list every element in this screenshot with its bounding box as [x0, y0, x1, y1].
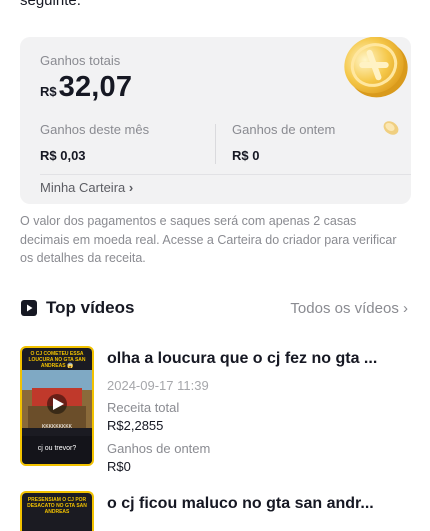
total-earnings-label: Ganhos totais	[40, 53, 121, 68]
revenue-label: Receita total	[107, 400, 180, 415]
video-title[interactable]: o cj ficou maluco no gta san andr...	[107, 495, 407, 513]
yesterday-value: R$0	[107, 459, 131, 474]
top-videos-header: Top vídeos	[20, 298, 134, 318]
top-videos-title: Top vídeos	[46, 298, 135, 317]
thumbnail-caption-top: PRESENSIAM O CJ POR DESACATO NO GTA SAN …	[27, 497, 87, 515]
thumbnail-caption-mid: KKKKKKKKK	[41, 424, 72, 430]
chevron-right-icon: ›	[128, 180, 134, 195]
month-earnings-label: Ganhos deste mês	[40, 122, 150, 137]
small-coin-icon	[383, 121, 399, 135]
revenue-value: R$2,2855	[107, 418, 164, 433]
payment-note: O valor dos pagamentos e saques será com…	[20, 214, 397, 265]
my-wallet-label: Minha Carteira	[40, 180, 126, 195]
coin-icon	[344, 37, 408, 98]
earnings-card: Ganhos totais R$ 32,07 Ganhos deste mês …	[20, 37, 411, 204]
total-earnings-amount: R$ 32,07	[40, 71, 132, 104]
video-thumbnail[interactable]: O CJ COMETEU ESSA LOUCURA NO GTA SAN AND…	[20, 346, 94, 466]
all-videos-label: Todos os vídeos	[290, 300, 399, 317]
video-date: 2024-09-17 11:39	[107, 378, 209, 393]
currency-symbol: R$	[40, 84, 57, 99]
card-divider	[40, 174, 411, 175]
video-title[interactable]: olha a loucura que o cj fez no gta ...	[107, 350, 407, 368]
month-earnings-value: R$ 0,03	[40, 148, 86, 163]
total-earnings-value: 32,07	[58, 71, 133, 103]
my-wallet-link[interactable]: Minha Carteira ›	[40, 180, 133, 195]
intro-tail-text: seguinte.	[20, 0, 81, 9]
video-thumbnail[interactable]: PRESENSIAM O CJ POR DESACATO NO GTA SAN …	[20, 491, 94, 531]
all-videos-link[interactable]: Todos os vídeos ›	[290, 300, 408, 317]
yesterday-earnings-label: Ganhos de ontem	[232, 122, 336, 137]
play-square-icon	[21, 300, 37, 316]
yesterday-earnings-value: R$ 0	[232, 148, 260, 163]
yesterday-label: Ganhos de ontem	[107, 441, 211, 456]
thumbnail-caption-top: O CJ COMETEU ESSA LOUCURA NO GTA SAN AND…	[28, 351, 86, 369]
stats-divider	[215, 124, 216, 164]
thumbnail-caption-bottom: cj ou trevor?	[37, 445, 77, 452]
chevron-right-icon: ›	[403, 300, 408, 317]
